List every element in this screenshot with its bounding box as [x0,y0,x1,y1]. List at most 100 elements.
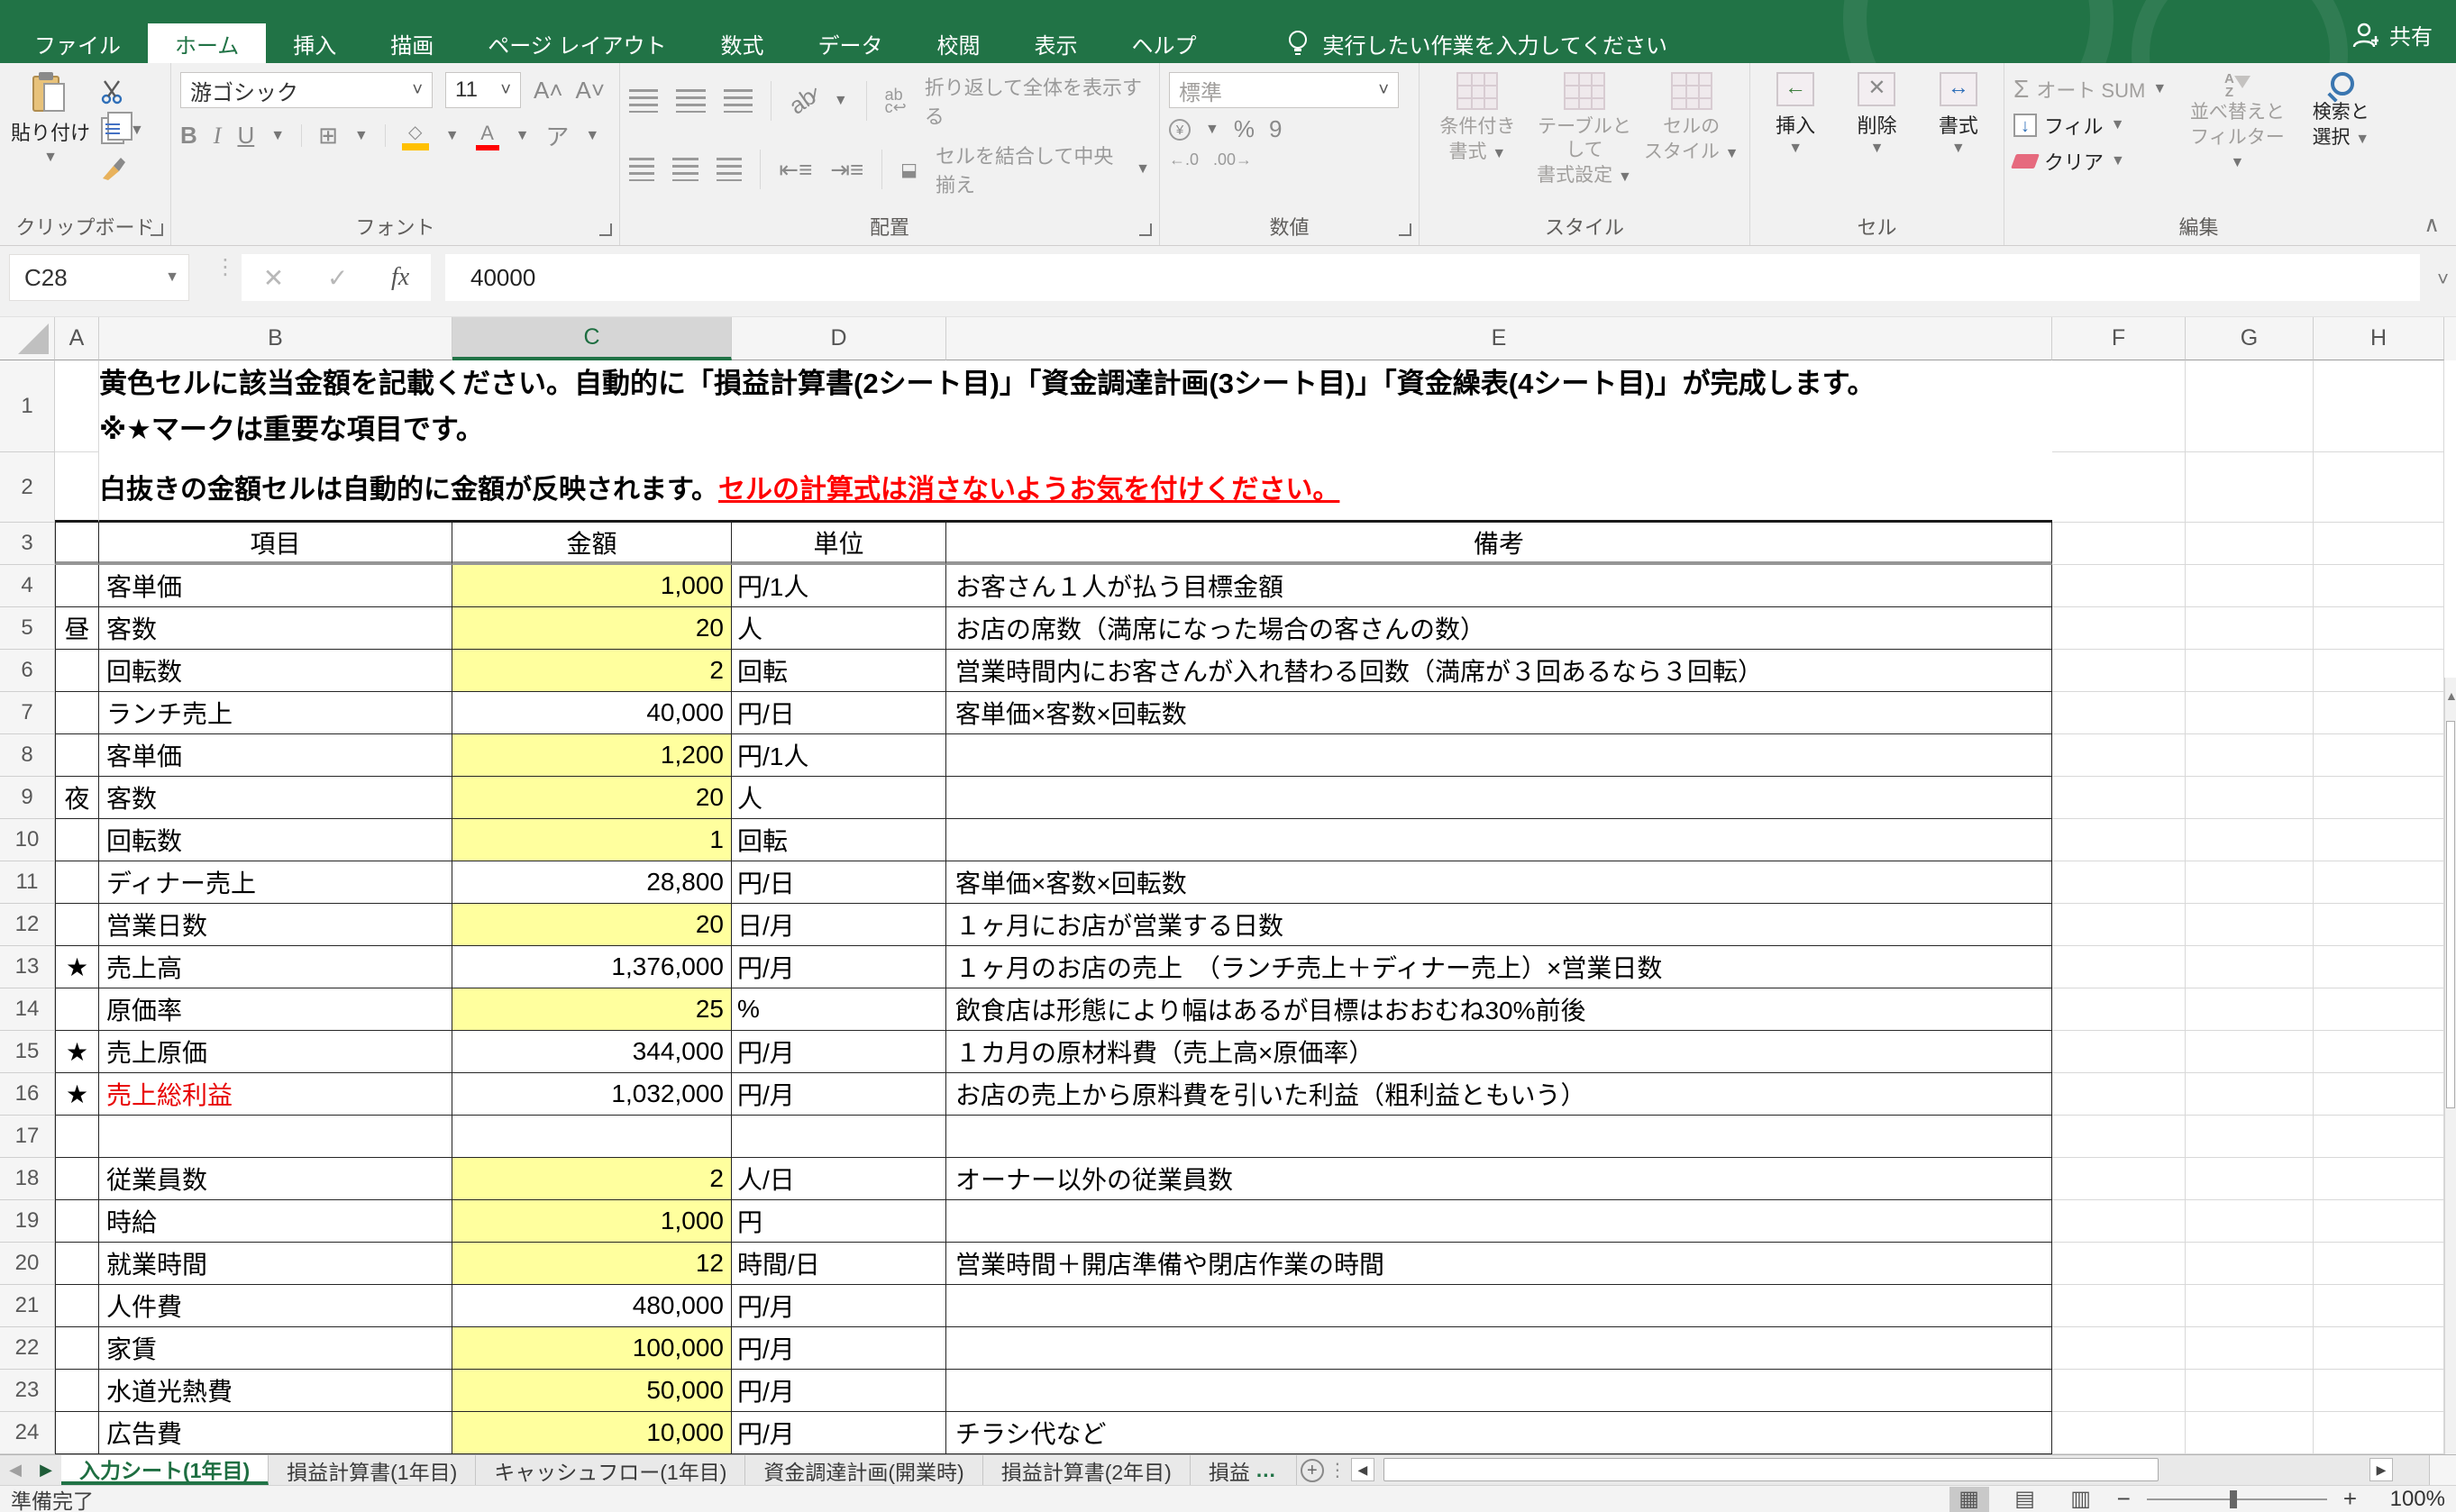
cell-B8[interactable]: 客単価 [99,734,452,777]
cell-C23[interactable]: 50,000 [452,1370,732,1412]
cell-D8[interactable]: 円/1人 [732,734,946,777]
increase-decimal-icon[interactable]: ←.0 [1169,150,1199,169]
cell-E11[interactable]: 客単価×客数×回転数 [946,861,2052,904]
row-header-7[interactable]: 7 [0,692,55,734]
cell-F20[interactable] [2052,1243,2186,1285]
cell-C22[interactable]: 100,000 [452,1327,732,1370]
normal-view-icon[interactable]: ▦ [1949,1487,1989,1512]
column-header-F[interactable]: F [2052,317,2186,360]
cell-B10[interactable]: 回転数 [99,819,452,861]
cell-D16[interactable]: 円/月 [732,1073,946,1116]
cell-F14[interactable] [2052,988,2186,1031]
dialog-launcher-number-icon[interactable] [1399,223,1411,236]
cell-E9[interactable] [946,777,2052,819]
cell-H18[interactable] [2314,1158,2444,1200]
cell-A15[interactable]: ★ [55,1031,99,1073]
cell-B24[interactable]: 広告費 [99,1412,452,1454]
cell-A16[interactable]: ★ [55,1073,99,1116]
cell-D6[interactable]: 回転 [732,650,946,692]
cell-D24[interactable]: 円/月 [732,1412,946,1454]
sheet-nav-left-icon[interactable]: ◀ [0,1455,31,1485]
page-layout-view-icon[interactable]: ▤ [2005,1487,2045,1512]
cell-C16[interactable]: 1,032,000 [452,1073,732,1116]
cell-F22[interactable] [2052,1327,2186,1370]
paste-button[interactable]: 貼り付け ▼ [9,72,92,214]
row-header-23[interactable]: 23 [0,1370,55,1412]
align-bottom-icon[interactable] [724,89,753,113]
cell-A9[interactable]: 夜 [55,777,99,819]
tab-overflow-grip[interactable]: ⋮ [1328,1455,1347,1485]
page-break-view-icon[interactable]: ▥ [2061,1487,2101,1512]
horizontal-scrollbar-thumb[interactable] [1383,1458,2159,1481]
cell-F23[interactable] [2052,1370,2186,1412]
cell-E18[interactable]: オーナー以外の従業員数 [946,1158,2052,1200]
format-painter-button[interactable] [101,157,144,180]
ribbon-tab-ファイル[interactable]: ファイル [7,23,148,63]
cell-H6[interactable] [2314,650,2444,692]
row-header-5[interactable]: 5 [0,607,55,650]
cell-H11[interactable] [2314,861,2444,904]
cell-C15[interactable]: 344,000 [452,1031,732,1073]
decrease-font-size-icon[interactable]: A˅ [576,77,606,105]
cell-F3[interactable] [2052,523,2186,565]
cell-E17[interactable] [946,1116,2052,1158]
cell-G9[interactable] [2186,777,2314,819]
cell-F7[interactable] [2052,692,2186,734]
cell-E10[interactable] [946,819,2052,861]
cell-C12[interactable]: 20 [452,904,732,946]
cell-G13[interactable] [2186,946,2314,988]
row-header-17[interactable]: 17 [0,1116,55,1158]
cell-F21[interactable] [2052,1285,2186,1327]
cell-G20[interactable] [2186,1243,2314,1285]
cell-A4[interactable] [55,565,99,607]
cell-A10[interactable] [55,819,99,861]
cell-H17[interactable] [2314,1116,2444,1158]
cell-F9[interactable] [2052,777,2186,819]
row-header-15[interactable]: 15 [0,1031,55,1073]
cell-D18[interactable]: 人/日 [732,1158,946,1200]
enter-icon[interactable]: ✓ [327,263,348,293]
dialog-launcher-alignment-icon[interactable] [1139,223,1152,236]
format-as-table-button[interactable]: テーブルとして 書式設定 ▼ [1536,72,1634,214]
cell-E23[interactable] [946,1370,2052,1412]
cell-G8[interactable] [2186,734,2314,777]
cell-E16[interactable]: お店の売上から原料費を引いた利益（粗利益ともいう） [946,1073,2052,1116]
increase-indent-icon[interactable]: ⇥≡ [830,156,863,184]
cell-G1[interactable] [2186,360,2314,452]
cell-G5[interactable] [2186,607,2314,650]
cell-C6[interactable]: 2 [452,650,732,692]
paste-dropdown[interactable]: ▼ [43,150,58,166]
cell-F13[interactable] [2052,946,2186,988]
zoom-slider[interactable] [2147,1498,2327,1500]
row-header-18[interactable]: 18 [0,1158,55,1200]
expand-formula-bar-icon[interactable]: ˅ [2437,268,2449,291]
cell-D19[interactable]: 円 [732,1200,946,1243]
row-header-20[interactable]: 20 [0,1243,55,1285]
cell-G21[interactable] [2186,1285,2314,1327]
cell-G6[interactable] [2186,650,2314,692]
row-header-22[interactable]: 22 [0,1327,55,1370]
ribbon-tab-表示[interactable]: 表示 [1007,23,1104,63]
cell-H3[interactable] [2314,523,2444,565]
cell-F16[interactable] [2052,1073,2186,1116]
table-header-unit[interactable]: 単位 [732,523,946,565]
row-header-14[interactable]: 14 [0,988,55,1031]
cell-A13[interactable]: ★ [55,946,99,988]
cell-E15[interactable]: １カ月の原材料費（売上高×原価率） [946,1031,2052,1073]
sheet-nav-right-icon[interactable]: ▶ [31,1455,61,1485]
ribbon-tab-挿入[interactable]: 挿入 [266,23,363,63]
cell-C11[interactable]: 28,800 [452,861,732,904]
cell-F12[interactable] [2052,904,2186,946]
column-header-B[interactable]: B [99,317,452,360]
cell-B22[interactable]: 家賃 [99,1327,452,1370]
cell-F11[interactable] [2052,861,2186,904]
row-header-21[interactable]: 21 [0,1285,55,1327]
formula-input[interactable]: 40000 [445,254,2420,301]
cell-B15[interactable]: 売上原価 [99,1031,452,1073]
cell-E24[interactable]: チラシ代など [946,1412,2052,1454]
cell-B9[interactable]: 客数 [99,777,452,819]
row-header-19[interactable]: 19 [0,1200,55,1243]
ribbon-tab-描画[interactable]: 描画 [363,23,461,63]
autosum-button[interactable]: Σ オート SUM▼ [2013,72,2177,106]
cell-D15[interactable]: 円/月 [732,1031,946,1073]
